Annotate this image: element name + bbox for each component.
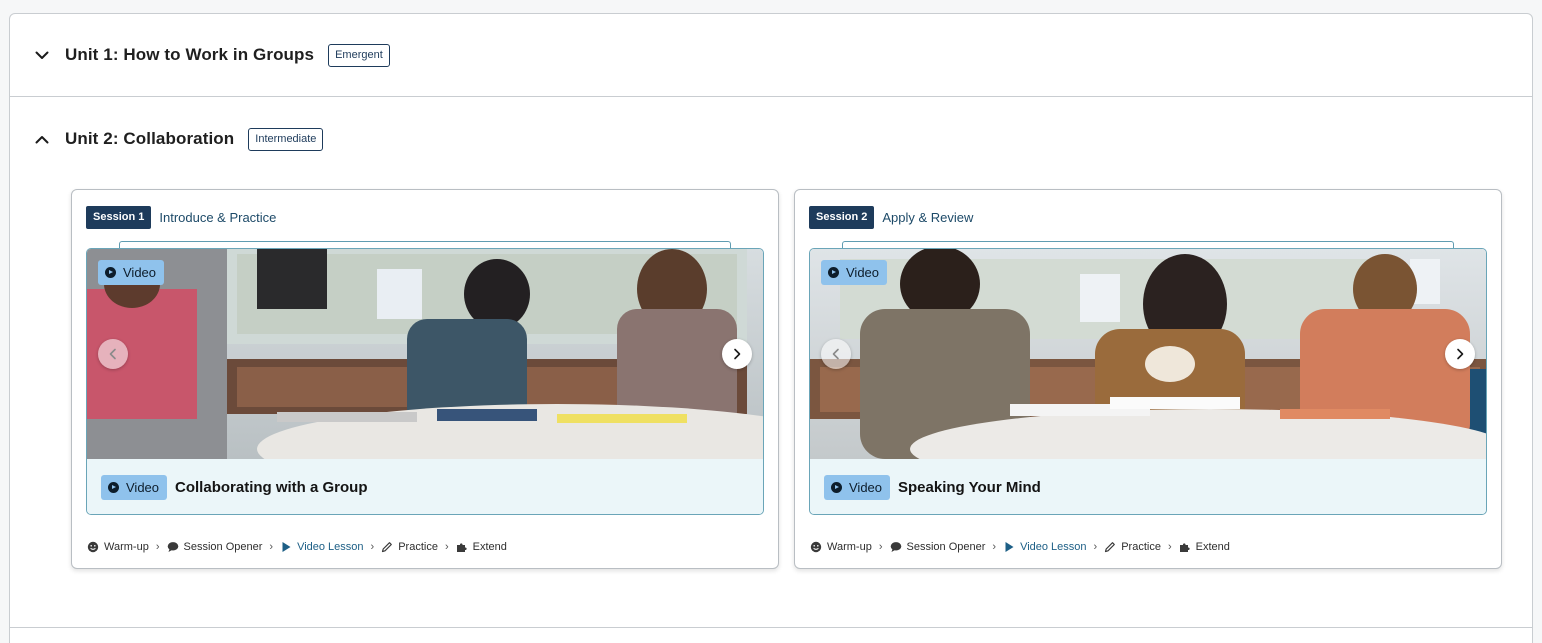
carousel-prev-button[interactable] [821, 339, 851, 369]
chevron-right-icon: › [878, 541, 883, 553]
chevron-left-icon [109, 348, 116, 360]
video-type-chip: Video [821, 260, 888, 285]
video-chip-label: Video [849, 480, 883, 495]
session-badge: Session 2 [809, 206, 875, 229]
chevron-right-icon: › [1093, 541, 1098, 553]
step-extend[interactable]: Extend [1179, 541, 1230, 553]
session-name[interactable]: Apply & Review [882, 210, 973, 225]
chevron-right-icon: › [155, 541, 160, 553]
next-unit-divider [10, 627, 1532, 628]
chevron-right-icon: › [444, 541, 449, 553]
chevron-right-icon: › [1167, 541, 1172, 553]
level-badge: Intermediate [248, 127, 324, 151]
video-chip-label: Video [126, 480, 160, 495]
step-label: Session Opener [906, 541, 986, 553]
chevron-right-icon: › [370, 541, 375, 553]
step-video-lesson[interactable]: Video Lesson [280, 541, 364, 553]
puzzle-icon [456, 543, 467, 552]
unit-title: Unit 2: Collaboration [65, 129, 235, 148]
play-circle-icon [831, 482, 842, 493]
session-card-2: Session 2 Apply & Review Video Video Spe… [794, 189, 1502, 569]
session-name[interactable]: Introduce & Practice [159, 210, 276, 225]
smile-icon [87, 541, 99, 553]
play-circle-icon [828, 267, 839, 278]
step-label: Session Opener [183, 541, 263, 553]
session-steps: Warm-up › Session Opener › Video Lesson … [87, 541, 507, 553]
video-chip-label: Video [846, 265, 880, 280]
play-icon [1005, 542, 1014, 552]
chevron-left-icon [832, 348, 839, 360]
chevron-right-icon: › [269, 541, 274, 553]
step-label: Video Lesson [1020, 541, 1087, 553]
smile-icon [810, 541, 822, 553]
step-warm-up[interactable]: Warm-up [87, 541, 149, 553]
video-thumbnail[interactable] [810, 249, 1486, 459]
session-card-1: Session 1 Introduce & Practice Video Vid… [71, 189, 779, 569]
carousel-prev-button[interactable] [98, 339, 128, 369]
step-practice[interactable]: Practice [1104, 541, 1161, 553]
video-card[interactable]: Video Video Collaborating with a Group [86, 248, 764, 515]
chevron-up-icon[interactable] [34, 131, 50, 147]
units-accordion: Unit 1: How to Work in Groups Emergent U… [9, 13, 1533, 643]
speech-bubble-icon [167, 542, 178, 552]
step-label: Warm-up [827, 541, 872, 553]
pencil-icon [1105, 542, 1116, 553]
puzzle-icon [1179, 543, 1190, 552]
pencil-icon [382, 542, 393, 553]
unit-title: Unit 1: How to Work in Groups [65, 45, 315, 64]
step-label: Extend [472, 541, 507, 553]
step-extend[interactable]: Extend [456, 541, 507, 553]
play-circle-icon [105, 267, 116, 278]
step-label: Practice [1121, 541, 1161, 553]
session-steps: Warm-up › Session Opener › Video Lesson … [810, 541, 1230, 553]
video-title[interactable]: Collaborating with a Group [175, 479, 368, 496]
session-header: Session 2 Apply & Review [809, 206, 973, 229]
video-type-chip: Video [101, 475, 168, 500]
video-caption[interactable]: Video Speaking Your Mind [810, 459, 1486, 514]
carousel-next-button[interactable] [722, 339, 752, 369]
chevron-right-icon [1457, 348, 1464, 360]
chevron-down-icon[interactable] [34, 47, 50, 63]
step-label: Warm-up [104, 541, 149, 553]
session-badge: Session 1 [86, 206, 152, 229]
video-thumbnail[interactable] [87, 249, 763, 459]
speech-bubble-icon [890, 542, 901, 552]
video-type-chip: Video [824, 475, 891, 500]
step-practice[interactable]: Practice [381, 541, 438, 553]
step-session-opener[interactable]: Session Opener [167, 541, 263, 553]
video-title[interactable]: Speaking Your Mind [898, 479, 1041, 496]
session-header: Session 1 Introduce & Practice [86, 206, 276, 229]
play-icon [282, 542, 291, 552]
unit-2-header[interactable]: Unit 2: Collaboration Intermediate [10, 97, 1532, 181]
video-caption[interactable]: Video Collaborating with a Group [87, 459, 763, 514]
step-label: Video Lesson [297, 541, 364, 553]
video-type-chip: Video [98, 260, 165, 285]
step-label: Extend [1195, 541, 1230, 553]
level-badge: Emergent [328, 43, 390, 67]
step-warm-up[interactable]: Warm-up [810, 541, 872, 553]
carousel-next-button[interactable] [1445, 339, 1475, 369]
chevron-right-icon [734, 348, 741, 360]
video-card[interactable]: Video Video Speaking Your Mind [809, 248, 1487, 515]
step-video-lesson[interactable]: Video Lesson [1003, 541, 1087, 553]
chevron-right-icon: › [992, 541, 997, 553]
step-label: Practice [398, 541, 438, 553]
video-chip-label: Video [123, 265, 157, 280]
play-circle-icon [108, 482, 119, 493]
unit-1-header[interactable]: Unit 1: How to Work in Groups Emergent [10, 14, 1532, 97]
step-session-opener[interactable]: Session Opener [890, 541, 986, 553]
